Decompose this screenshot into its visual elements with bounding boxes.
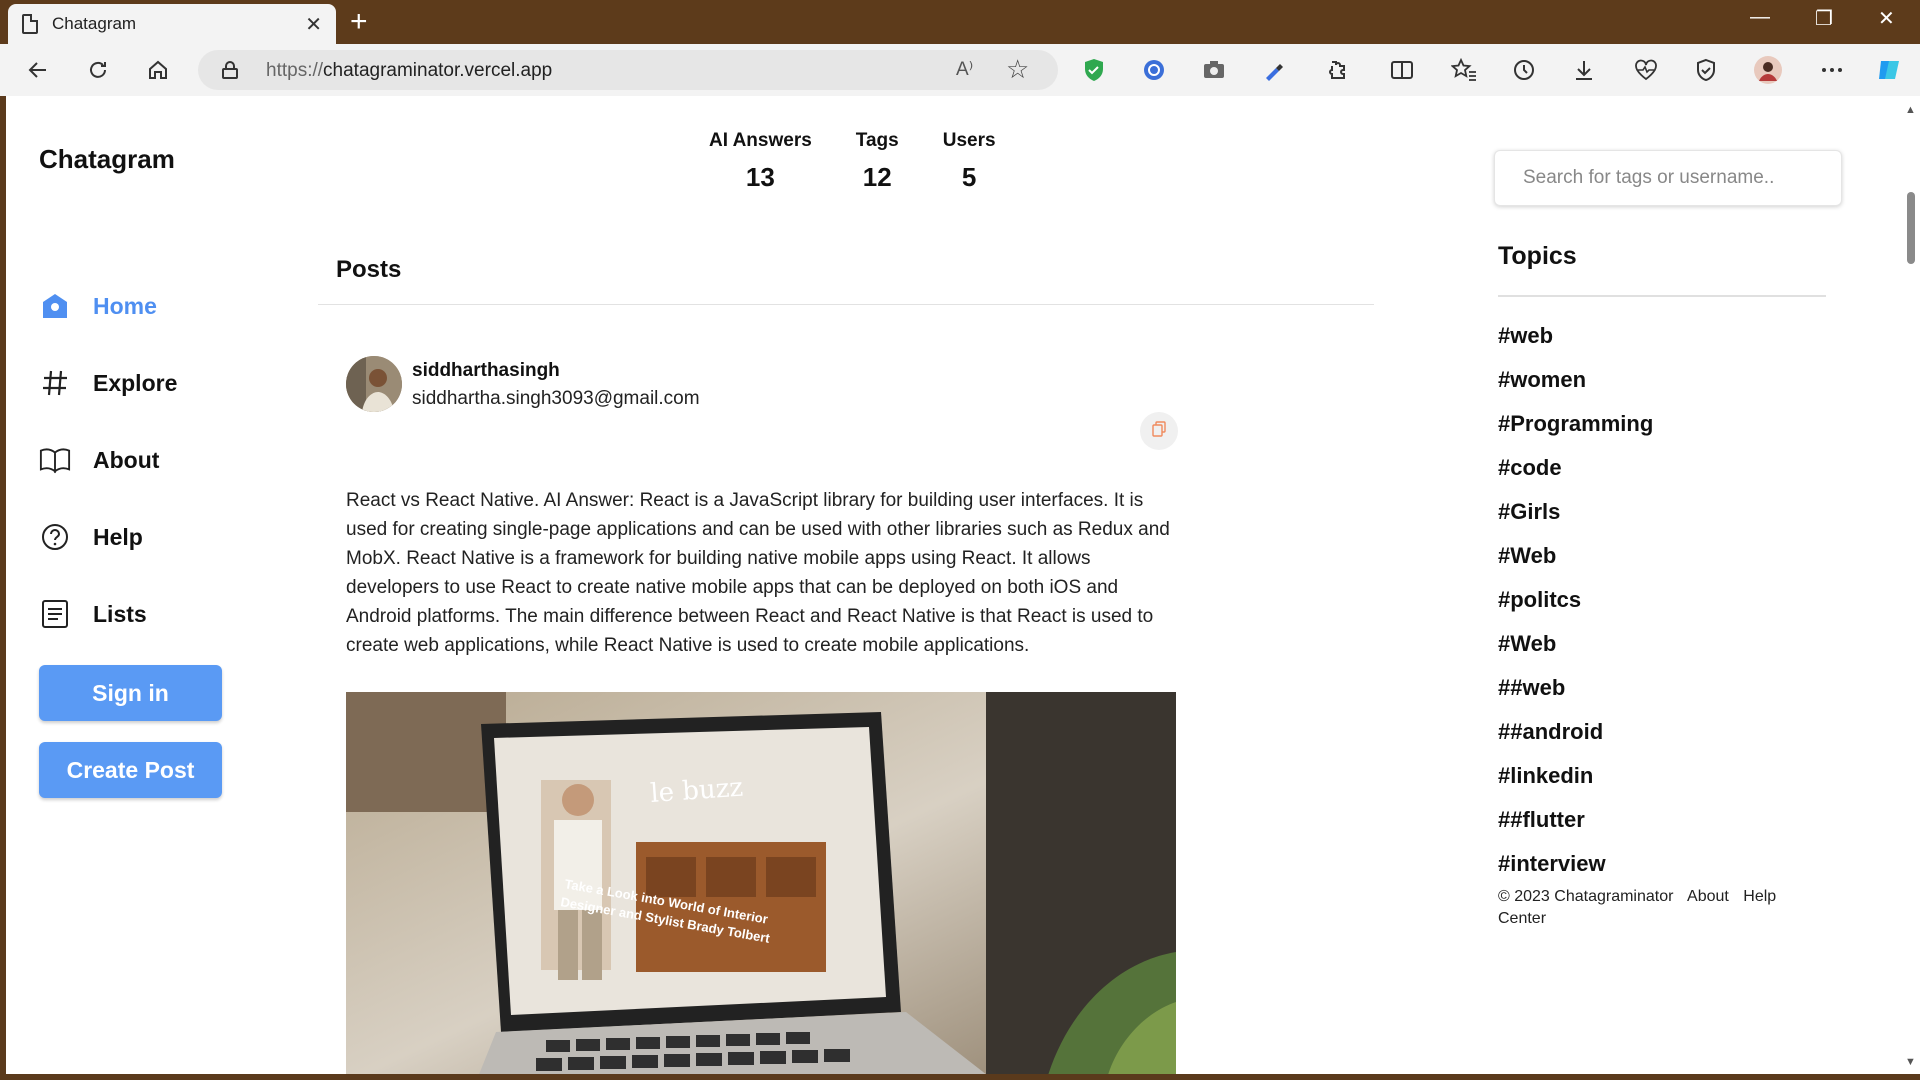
- stat-users: Users 5: [943, 130, 996, 193]
- hash-icon: [39, 367, 71, 399]
- topic-link[interactable]: ##flutter: [1498, 798, 1653, 842]
- posts-divider: [318, 304, 1374, 305]
- stat-value: 13: [745, 162, 775, 192]
- copy-icon: [1152, 420, 1166, 442]
- topic-link[interactable]: #web: [1498, 314, 1653, 358]
- topic-link[interactable]: #linkedin: [1498, 754, 1653, 798]
- tab-title: Chatagram: [52, 14, 137, 33]
- sidebar-item-help[interactable]: Help: [39, 517, 239, 557]
- performance-heart-icon[interactable]: [1630, 54, 1662, 86]
- browser-titlebar: Chatagram ✕ + — ❐ ✕: [0, 0, 1920, 44]
- browser-tab[interactable]: Chatagram ✕: [8, 4, 336, 44]
- home-browser-icon[interactable]: [142, 54, 174, 86]
- scroll-up-icon[interactable]: ▲: [1905, 104, 1916, 116]
- topics-divider: [1498, 295, 1826, 297]
- back-icon[interactable]: [22, 54, 54, 86]
- eyedropper-icon[interactable]: [1258, 54, 1290, 86]
- avatar[interactable]: [346, 356, 402, 412]
- copilot-icon[interactable]: [1874, 54, 1906, 86]
- close-window-button[interactable]: ✕: [1878, 6, 1895, 31]
- split-screen-icon[interactable]: [1386, 54, 1418, 86]
- stat-label: Tags: [855, 130, 899, 151]
- address-bar[interactable]: https://chatagraminator.vercel.app A⁾ ☆: [198, 50, 1058, 90]
- copy-button[interactable]: [1140, 412, 1178, 450]
- favorites-icon[interactable]: [1448, 54, 1480, 86]
- refresh-icon[interactable]: [82, 54, 114, 86]
- stat-ai-answers: AI Answers 13: [709, 130, 812, 193]
- topics-list: #web #women #Programming #code #Girls #W…: [1498, 314, 1653, 886]
- stat-tags: Tags 12: [856, 130, 899, 193]
- topics-heading: Topics: [1498, 242, 1577, 270]
- posts-heading: Posts: [336, 256, 402, 283]
- create-post-button[interactable]: Create Post: [39, 742, 222, 798]
- footer-copyright: © 2023 Chatagraminator: [1498, 888, 1674, 905]
- search-box[interactable]: [1494, 150, 1842, 206]
- sidebar-item-label: About: [93, 446, 160, 473]
- search-input[interactable]: [1495, 151, 1841, 205]
- sidebar-item-about[interactable]: About: [39, 440, 239, 480]
- extensions-puzzle-icon[interactable]: [1320, 54, 1352, 86]
- topic-link[interactable]: #Web: [1498, 534, 1653, 578]
- read-aloud-icon[interactable]: A⁾: [956, 58, 973, 81]
- sidebar-item-label: Lists: [93, 600, 147, 627]
- scroll-down-icon[interactable]: ▼: [1905, 1056, 1916, 1068]
- home-icon: [39, 290, 71, 322]
- topic-link[interactable]: #Girls: [1498, 490, 1653, 534]
- stats-bar: AI Answers 13 Tags 12 Users 5: [709, 130, 1040, 193]
- list-icon: [39, 598, 71, 630]
- shield-extension-icon[interactable]: [1078, 54, 1110, 86]
- history-icon[interactable]: [1508, 54, 1540, 86]
- sidebar-item-home[interactable]: Home: [39, 286, 239, 326]
- scrollbar-thumb[interactable]: [1907, 192, 1915, 264]
- stat-value: 12: [862, 162, 892, 192]
- new-tab-button[interactable]: +: [350, 6, 368, 38]
- browser-essentials-icon[interactable]: [1690, 54, 1722, 86]
- profile-avatar[interactable]: [1752, 54, 1784, 86]
- topic-link[interactable]: #interview: [1498, 842, 1653, 886]
- brand-logo[interactable]: Chatagram: [39, 144, 175, 175]
- topic-link[interactable]: #politcs: [1498, 578, 1653, 622]
- stat-label: Users: [942, 130, 996, 151]
- circle-extension-icon[interactable]: [1138, 54, 1170, 86]
- topic-link[interactable]: #women: [1498, 358, 1653, 402]
- stat-label: AI Answers: [709, 130, 812, 151]
- minimize-button[interactable]: —: [1750, 6, 1770, 29]
- tab-close-icon[interactable]: ✕: [305, 12, 322, 37]
- more-options-icon[interactable]: [1816, 54, 1848, 86]
- sidebar-item-label: Help: [93, 523, 143, 550]
- favorite-star-icon[interactable]: ☆: [1006, 54, 1029, 85]
- browser-toolbar: https://chatagraminator.vercel.app A⁾ ☆: [0, 44, 1920, 96]
- topic-link[interactable]: ##web: [1498, 666, 1653, 710]
- help-circle-icon: [39, 521, 71, 553]
- post-body: React vs React Native. AI Answer: React …: [346, 490, 1170, 656]
- restore-button[interactable]: ❐: [1815, 6, 1833, 31]
- sidebar-item-explore[interactable]: Explore: [39, 363, 239, 403]
- topic-link[interactable]: ##android: [1498, 710, 1653, 754]
- topic-link[interactable]: #code: [1498, 446, 1653, 490]
- download-icon[interactable]: [1568, 54, 1600, 86]
- camera-icon[interactable]: [1198, 54, 1230, 86]
- stat-value: 5: [961, 162, 977, 192]
- page-icon: [22, 14, 38, 34]
- sidebar-item-label: Home: [93, 292, 157, 319]
- lock-icon[interactable]: [222, 61, 238, 79]
- sidebar-item-label: Explore: [93, 369, 178, 396]
- url-text[interactable]: https://chatagraminator.vercel.app: [266, 60, 552, 82]
- topic-link[interactable]: #Web: [1498, 622, 1653, 666]
- post-email: siddhartha.singh3093@gmail.com: [412, 388, 700, 409]
- topic-link[interactable]: #Programming: [1498, 402, 1653, 446]
- sign-in-button[interactable]: Sign in: [39, 665, 222, 721]
- footer: © 2023 Chatagraminator About Help Center: [1498, 886, 1818, 930]
- page-scrollbar[interactable]: ▲ ▼: [1902, 96, 1920, 1074]
- footer-about-link[interactable]: About: [1687, 888, 1729, 905]
- post-username[interactable]: siddharthasingh: [412, 360, 560, 382]
- book-icon: [39, 444, 71, 476]
- post-image: le buzz Take a Look into World of Interi…: [346, 692, 1176, 1074]
- sidebar-item-lists[interactable]: Lists: [39, 594, 239, 634]
- page-viewport: Chatagram Home Explore About Help Lists …: [6, 96, 1920, 1074]
